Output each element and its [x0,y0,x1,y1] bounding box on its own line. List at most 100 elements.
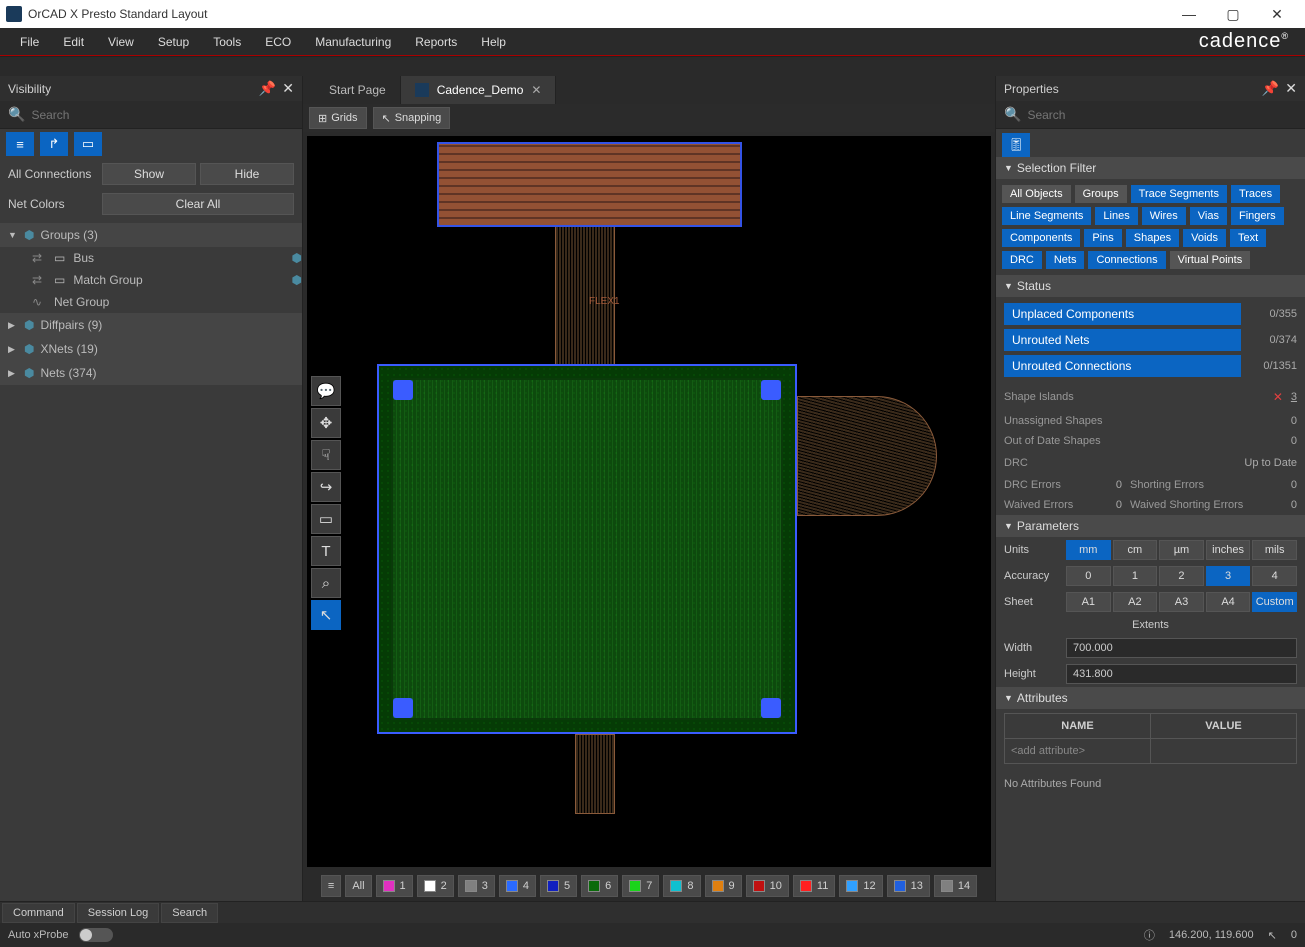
tree-xnets[interactable]: ▶⬢XNets (19) [0,337,302,361]
seg-a1[interactable]: A1 [1066,592,1111,612]
status-header[interactable]: ▼Status [996,275,1305,297]
menu-manufacturing[interactable]: Manufacturing [303,31,403,53]
design-canvas[interactable]: FLEX1 💬 ✥ ☟ ↪ ▭ T ⌕ ↖ [307,136,991,867]
chip-voids[interactable]: Voids [1183,229,1226,247]
clear-all-button[interactable]: Clear All [102,193,294,215]
layer-9[interactable]: 9 [705,875,742,897]
move-tool[interactable]: ✥ [311,408,341,438]
seg-3[interactable]: 3 [1206,566,1251,586]
hide-button[interactable]: Hide [200,163,294,185]
layer-11[interactable]: 11 [793,875,835,897]
tab-search[interactable]: Search [161,903,218,923]
chip-drc[interactable]: DRC [1002,251,1042,269]
tree-item-match-group[interactable]: ⇄▭Match Group⬢ [0,269,302,291]
tree-diffpairs[interactable]: ▶⬢Diffpairs (9) [0,313,302,337]
seg-a3[interactable]: A3 [1159,592,1204,612]
chip-lines[interactable]: Lines [1095,207,1137,225]
zoom-tool[interactable]: ⌕ [311,568,341,598]
close-tab-icon[interactable]: ✕ [531,83,541,97]
chip-text[interactable]: Text [1230,229,1266,247]
chip-wires[interactable]: Wires [1142,207,1186,225]
seg-a2[interactable]: A2 [1113,592,1158,612]
layer-6[interactable]: 6 [581,875,618,897]
seg-0[interactable]: 0 [1066,566,1111,586]
layer-13[interactable]: 13 [887,875,930,897]
chip-components[interactable]: Components [1002,229,1080,247]
tab-session-log[interactable]: Session Log [77,903,160,923]
tab-command[interactable]: Command [2,903,75,923]
chip-shapes[interactable]: Shapes [1126,229,1179,247]
seg-custom[interactable]: Custom [1252,592,1297,612]
close-icon[interactable]: ✕ [1285,80,1297,97]
tab-cadence-demo[interactable]: Cadence_Demo✕ [401,76,557,104]
shape-islands-count[interactable]: 3 [1291,391,1297,403]
layer-2[interactable]: 2 [417,875,454,897]
shape-tool[interactable]: ▭ [311,504,341,534]
tree-item-bus[interactable]: ⇄▭Bus⬢ [0,247,302,269]
chip-connections[interactable]: Connections [1088,251,1165,269]
maximize-button[interactable]: ▢ [1211,0,1255,28]
seg-2[interactable]: 2 [1159,566,1204,586]
parameters-header[interactable]: ▼Parameters [996,515,1305,537]
pin-icon[interactable]: 📌 [1262,80,1279,97]
chip-trace-segments[interactable]: Trace Segments [1131,185,1227,203]
select-tool[interactable]: ↖ [311,600,341,630]
tree-groups[interactable]: ▼⬢Groups (3) [0,223,302,247]
menu-view[interactable]: View [96,31,146,53]
selection-filter-header[interactable]: ▼Selection Filter [996,157,1305,179]
route-tool[interactable]: ↪ [311,472,341,502]
tree-nets[interactable]: ▶⬢Nets (374) [0,361,302,385]
snapping-button[interactable]: ↖Snapping [373,107,451,129]
layer-5[interactable]: 5 [540,875,577,897]
layer-3[interactable]: 3 [458,875,495,897]
minimize-button[interactable]: — [1167,0,1211,28]
tab-start-page[interactable]: Start Page [315,76,401,104]
grids-button[interactable]: ⊞Grids [309,107,367,129]
seg-4[interactable]: 4 [1252,566,1297,586]
add-attribute[interactable]: <add attribute> [1005,739,1151,763]
layer-7[interactable]: 7 [622,875,659,897]
chip-line-segments[interactable]: Line Segments [1002,207,1091,225]
chip-groups[interactable]: Groups [1075,185,1127,203]
layer-10[interactable]: 10 [746,875,789,897]
annotate-tool[interactable]: 💬 [311,376,341,406]
seg-cm[interactable]: cm [1113,540,1158,560]
tree-item-net-group[interactable]: ∿Net Group [0,291,302,313]
seg-1[interactable]: 1 [1113,566,1158,586]
visibility-search-input[interactable] [31,108,294,122]
auto-xprobe-toggle[interactable] [79,928,113,942]
settings-button[interactable]: 🎚 [1002,133,1030,157]
layer-14[interactable]: 14 [934,875,977,897]
pin-icon[interactable]: 📌 [259,80,276,97]
width-input[interactable] [1066,638,1297,658]
chip-virtual-points[interactable]: Virtual Points [1170,251,1251,269]
chip-pins[interactable]: Pins [1084,229,1121,247]
menu-eco[interactable]: ECO [253,31,303,53]
chip-vias[interactable]: Vias [1190,207,1227,225]
layer-4[interactable]: 4 [499,875,536,897]
info-icon[interactable]: ⓘ [1144,927,1155,943]
layer-all[interactable]: All [345,875,371,897]
layer-1[interactable]: 1 [376,875,413,897]
layer-stack-button[interactable]: ≡ [321,875,341,897]
properties-search-input[interactable] [1027,108,1297,122]
menu-reports[interactable]: Reports [403,31,469,53]
vis-display-button[interactable]: ▭ [74,132,102,156]
close-window-button[interactable]: ✕ [1255,0,1299,28]
seg-inches[interactable]: inches [1206,540,1251,560]
menu-file[interactable]: File [8,31,51,53]
place-tool[interactable]: ☟ [311,440,341,470]
attributes-header[interactable]: ▼Attributes [996,687,1305,709]
text-tool[interactable]: T [311,536,341,566]
chip-traces[interactable]: Traces [1231,185,1280,203]
chip-all-objects[interactable]: All Objects [1002,185,1071,203]
menu-setup[interactable]: Setup [146,31,201,53]
close-icon[interactable]: ✕ [282,80,294,97]
menu-help[interactable]: Help [469,31,518,53]
chip-fingers[interactable]: Fingers [1231,207,1284,225]
menu-tools[interactable]: Tools [201,31,253,53]
seg-mils[interactable]: mils [1252,540,1297,560]
vis-layers-button[interactable]: ≡ [6,132,34,156]
layer-12[interactable]: 12 [839,875,882,897]
chip-nets[interactable]: Nets [1046,251,1085,269]
